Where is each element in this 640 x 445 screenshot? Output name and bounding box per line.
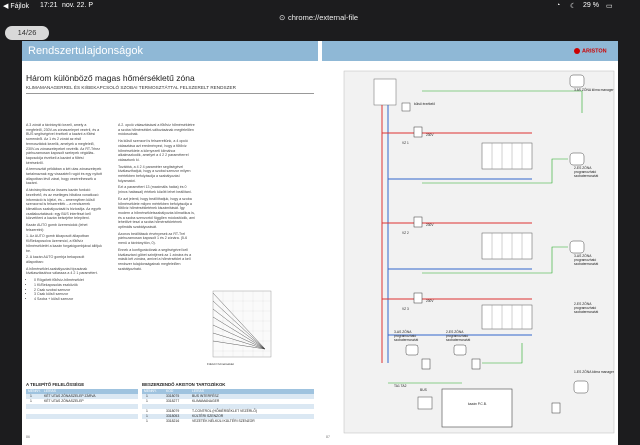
paragraph: A távirányítóval az összes kazán funkció… — [26, 188, 102, 221]
right-page: ARISTON külső érzékelő 3 AS ZÓNA klíma m… — [322, 41, 618, 445]
wifi-icon: ◔ — [556, 2, 561, 9]
tables-area: A TELEPÍTŐ FELELŐSSÉGE MENNY. LEÍRÁS 1 KÉ… — [22, 381, 318, 445]
battery-percent: 29 % — [583, 2, 599, 9]
zone-valve-icon — [413, 126, 423, 138]
paragraph: Kazán AUTO gomb üzemmódok (lehet felszer… — [26, 223, 88, 232]
divider — [26, 93, 314, 94]
thermostat-icon — [569, 240, 585, 254]
accessories-table: BESZERZENDŐ ARISTON TARTOZÉKOK MENNY. KÓ… — [142, 381, 314, 424]
moon-icon: ☾ — [570, 3, 577, 10]
label-vz3: VZ 3 — [402, 307, 409, 311]
status-bar: ◀ Fájlok 17:21 nov. 22. P ◔ ☾ 29 % ▭ — [0, 0, 640, 11]
paragraph: Azonos beállítások érvényesek az RT-Trel… — [118, 231, 188, 246]
installer-table: A TELEPÍTŐ FELELŐSSÉGE MENNY. LEÍRÁS 1 KÉ… — [26, 381, 138, 424]
table-row — [26, 419, 138, 424]
boiler-pcb — [441, 388, 513, 428]
paragraph: Ezt a paramétert 13 (maximális hatás) és… — [118, 185, 192, 195]
paragraph: Ha külső szenzort is felszereltünk, a 4 … — [118, 139, 189, 162]
ariston-logo-icon — [574, 48, 580, 54]
thermostat-icon — [405, 344, 419, 356]
zone-valve-icon — [471, 358, 481, 370]
paragraph: 1. Az AUTO gomb kikapcsolt állapotban KI… — [26, 234, 102, 253]
list-item: 4 Szoba + külső szenzor — [34, 297, 102, 302]
page-title: Három különböző magas hőmérsékletű zóna — [26, 73, 195, 83]
label-230v: 230V — [426, 133, 434, 137]
text-column-2: A 2. opció választásával a fűtővíz hőmér… — [118, 123, 196, 273]
left-page: Rendszertulajdonságok Három különböző ma… — [22, 41, 318, 445]
label-zone2-mid: 2-ES ZÓNA programozható szobatermosztát — [574, 302, 599, 314]
label-bus: BUS — [420, 388, 427, 392]
text-column-1: A 3 zónát a távirányító kezeli, amely a … — [26, 123, 102, 302]
url-text[interactable]: chrome://external-file — [288, 13, 358, 22]
option-list: 0 Rögzített fűtővíz-hőmérséklet 1 KI/Bek… — [26, 278, 102, 302]
back-to-files-link[interactable]: ◀ Fájlok — [3, 2, 29, 10]
ariston-logo: ARISTON — [574, 48, 607, 54]
label-230v: 230V — [426, 299, 434, 303]
thermostat-icon — [453, 344, 467, 356]
label-zone3-top: 3 AS ZÓNA klíma manager — [574, 88, 614, 92]
klima-manager-icon — [569, 74, 585, 88]
outdoor-sensor-icon — [401, 102, 411, 112]
label-boiler-pcb: kazán P.C.B. — [468, 402, 487, 406]
page-indicator: 14/26 — [5, 26, 49, 40]
zone-valve-icon — [551, 402, 561, 414]
paragraph: Ennek a konfigurációnak a segítségével k… — [118, 247, 192, 271]
paragraph: A termosztát példában a két utas zónasze… — [26, 167, 102, 186]
radiator — [481, 232, 533, 260]
battery-icon: ▭ — [606, 3, 613, 10]
date: nov. 22. P — [62, 2, 94, 9]
label-zone1-bottom: 1-ES ZÓNA klíma manager — [574, 370, 614, 374]
table-title: A TELEPÍTŐ FELELŐSSÉGE — [26, 382, 85, 387]
paragraph: 2. A kazán AUTO gombja bekapcsolt állapo… — [26, 255, 85, 264]
thermostat-icon — [569, 152, 585, 166]
section-banner: Rendszertulajdonságok — [22, 41, 318, 61]
klima-manager-icon — [573, 380, 589, 394]
lock-icon: ⊙ — [279, 13, 286, 22]
zone-valve-icon — [413, 216, 423, 228]
heating-curve-graph: Fűtővíz hőmérséklet — [207, 290, 272, 366]
pdf-document[interactable]: Rendszertulajdonságok Három különböző ma… — [22, 41, 618, 445]
paragraph: Ez azt jelenti, hogy beállíthatjuk, hogy… — [118, 196, 195, 230]
label-zone3-bottom: 3-AS ZÓNA programozható szobatermosztát — [394, 330, 419, 342]
page-number: 87 — [326, 435, 330, 439]
graph-label: Fűtővíz hőmérséklet — [207, 362, 234, 366]
label-vz1: VZ 1 — [402, 141, 409, 145]
paragraph: A 2. opció választásával a fűtővíz hőmér… — [118, 123, 195, 137]
radiator — [481, 142, 533, 170]
label-outdoor-sensor: külső érzékelő — [414, 102, 436, 106]
label-vz2: VZ 2 — [402, 231, 409, 235]
label-ta: TA1 TA2 — [394, 384, 407, 388]
logo-text: ARISTON — [582, 48, 607, 55]
boiler — [373, 78, 397, 106]
paragraph: Továbbá, a 4 2 4 paraméter segítségével … — [118, 164, 191, 183]
zone-valve-icon — [413, 292, 423, 304]
table-row: 1 3318216 VEZETÉK NÉLKÜLI KÜLTÉRI SZENZOR — [146, 419, 255, 423]
label-230v: 230V — [426, 223, 434, 227]
heating-system-diagram — [343, 70, 615, 434]
label-zone2: 2-ES ZÓNA programozható szobatermosztát — [574, 166, 599, 178]
page-subtitle: KLIMAMANAGERREL ÉS KI/BEKAPCSOLÓ SZOBAI … — [26, 85, 236, 90]
paragraph: A 3 zónát a távirányító kezeli, amely a … — [26, 123, 101, 165]
label-zone3-mid: 3-AS ZÓNA programozható szobatermosztát — [574, 254, 599, 266]
page-number: 86 — [26, 435, 30, 439]
address-bar[interactable]: ⊙ chrome://external-file — [0, 11, 640, 24]
clock: 17:21 — [40, 2, 58, 9]
paragraph: A hőmérséklet-szabályozási típusának kiv… — [26, 266, 98, 276]
bus-interface — [417, 396, 433, 410]
table-title: BESZERZENDŐ ARISTON TARTOZÉKOK — [142, 382, 226, 387]
radiator — [481, 304, 533, 330]
zone-valve-icon — [421, 358, 431, 370]
label-zone2-bottom: 2-ES ZÓNA programozható szobatermosztát — [446, 330, 471, 342]
